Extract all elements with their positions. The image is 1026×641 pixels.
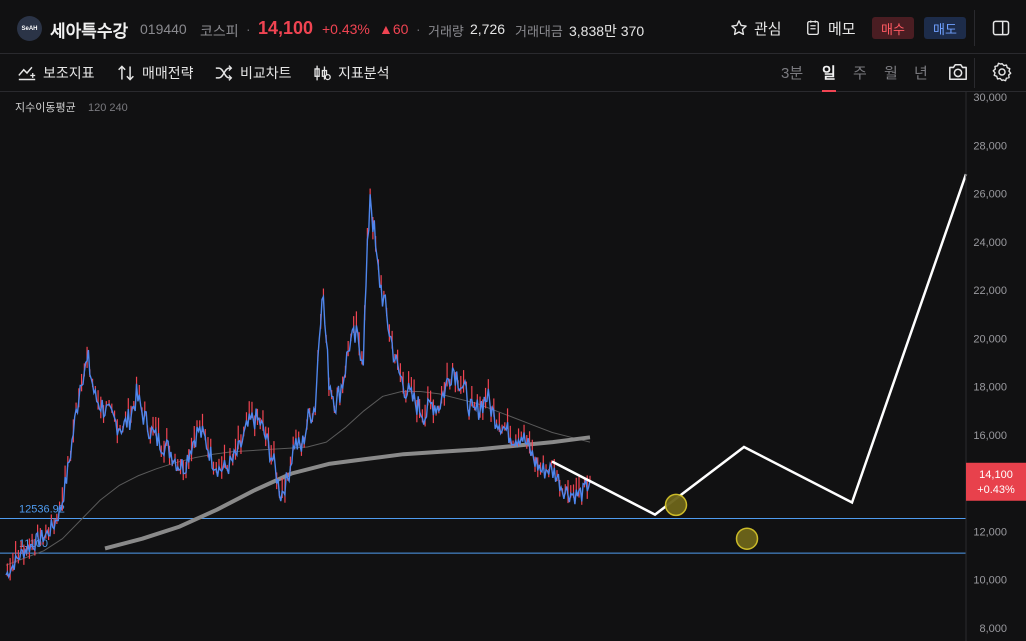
y-tick-label: 10,000	[973, 575, 1007, 587]
period-week[interactable]: 주	[853, 62, 867, 83]
ema-120-line	[5, 391, 591, 566]
y-tick-label: 22,000	[973, 285, 1007, 297]
separator-dot: ·	[416, 21, 421, 37]
compare-button[interactable]: 비교차트	[214, 62, 292, 84]
y-tick-label: 8,000	[979, 623, 1007, 635]
period-day[interactable]: 일	[822, 62, 836, 83]
strategy-icon	[118, 65, 134, 81]
target-marker	[664, 493, 688, 517]
support-level-label: 12536.92	[19, 503, 65, 515]
ema-240-line	[104, 435, 591, 551]
change-percent: +0.43%	[322, 21, 370, 37]
gear-icon[interactable]	[991, 61, 1013, 83]
projection-line	[551, 173, 968, 517]
memo-label: 메모	[828, 20, 856, 38]
price-chart[interactable]: 12536.9211100 8,00010,00012,00014,00016,…	[0, 92, 1026, 641]
y-tick-label: 24,000	[973, 237, 1007, 249]
volume-value: 2,726	[470, 21, 506, 37]
period-3min[interactable]: 3분	[781, 62, 803, 83]
camera-icon[interactable]	[947, 62, 969, 82]
panel-toggle-icon[interactable]	[991, 18, 1011, 38]
watch-label: 관심	[754, 20, 782, 38]
compare-label: 비교차트	[240, 65, 292, 81]
y-tick-label: 26,000	[973, 189, 1007, 201]
y-tick-label: 20,000	[973, 333, 1007, 345]
y-tick-label: 30,000	[973, 92, 1007, 104]
period-year[interactable]: 년	[914, 62, 928, 83]
buy-button[interactable]: 매수	[872, 17, 914, 39]
analysis-button[interactable]: 지표분석	[312, 62, 390, 84]
last-price-change: +0.43%	[977, 484, 1015, 496]
market-name: 코스피	[200, 23, 239, 39]
memo-icon	[807, 20, 819, 36]
y-tick-label: 12,000	[973, 526, 1007, 538]
header-divider	[974, 10, 975, 46]
last-price-label: 14,100	[979, 469, 1013, 481]
y-tick-label: 18,000	[973, 382, 1007, 394]
target-marker	[735, 527, 759, 550]
company-logo: SeAH	[17, 16, 42, 41]
price-series-line	[5, 194, 591, 580]
strategy-button[interactable]: 매매전략	[116, 62, 194, 84]
indicator-button[interactable]: 보조지표	[17, 62, 95, 84]
stock-code: 019440	[140, 21, 187, 37]
shuffle-icon	[215, 65, 233, 81]
current-price: 14,100	[258, 18, 314, 38]
chart-svg: 12536.9211100 8,00010,00012,00014,00016,…	[0, 92, 1026, 641]
candlestick-icon	[314, 65, 331, 81]
indicator-label: 보조지표	[43, 65, 95, 81]
amount-label: 거래대금	[515, 24, 563, 39]
memo-button[interactable]: 메모	[804, 16, 856, 40]
y-tick-label: 16,000	[973, 430, 1007, 442]
change-amount: ▲60	[379, 21, 409, 37]
toolbar-divider	[974, 58, 975, 88]
y-tick-label: 28,000	[973, 140, 1007, 152]
volume-label: 거래량	[428, 24, 464, 39]
star-icon	[731, 20, 747, 36]
analysis-label: 지표분석	[338, 65, 390, 81]
period-month[interactable]: 월	[884, 62, 898, 83]
indicator-legend-params: 120 240	[88, 102, 128, 114]
indicator-icon	[18, 66, 36, 81]
watch-button[interactable]: 관심	[730, 16, 782, 40]
sell-button[interactable]: 매도	[924, 17, 966, 39]
stock-header: SeAH 세아특수강 019440 코스피 · 14,100 +0.43% ▲6…	[0, 0, 1026, 54]
separator-dot: ·	[246, 21, 251, 37]
amount-value: 3,838만 370	[569, 23, 645, 39]
indicator-legend-name: 지수이동평균	[15, 101, 76, 114]
stock-name[interactable]: 세아특수강	[50, 17, 128, 42]
strategy-label: 매매전략	[142, 65, 194, 81]
